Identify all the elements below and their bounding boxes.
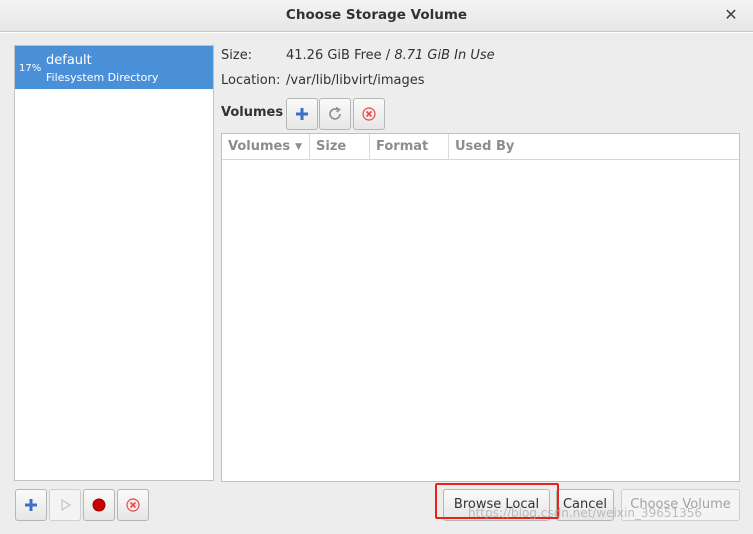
cancel-button[interactable]: Cancel [556, 489, 614, 521]
column-label: Used By [455, 139, 515, 154]
column-header-size[interactable]: Size [310, 134, 370, 160]
pool-name: default [46, 53, 92, 68]
size-label: Size: [221, 48, 253, 63]
add-pool-button[interactable] [15, 489, 47, 521]
plus-icon [296, 108, 308, 120]
choose-volume-button[interactable]: Choose Volume [621, 489, 740, 521]
plus-icon [25, 499, 37, 511]
play-icon [61, 499, 71, 511]
window-title: Choose Storage Volume [285, 7, 468, 23]
storage-pool-list: 17% default Filesystem Directory [14, 45, 214, 481]
delete-volume-button[interactable] [353, 98, 385, 130]
column-header-used-by[interactable]: Used By [449, 134, 739, 160]
dialog-content: 17% default Filesystem Directory Size: 4… [0, 33, 753, 534]
size-free: 41.26 GiB Free [286, 48, 382, 63]
volumes-table-header: Volumes ▼ Size Format Used By [222, 134, 739, 160]
size-value: 41.26 GiB Free / 8.71 GiB In Use [286, 48, 495, 63]
location-value: /var/lib/libvirt/images [286, 73, 425, 88]
refresh-volumes-button[interactable] [319, 98, 351, 130]
stop-pool-button[interactable] [83, 489, 115, 521]
column-label: Format [376, 139, 429, 154]
delete-icon [362, 107, 376, 121]
size-in-use: 8.71 GiB In Use [394, 48, 495, 63]
start-pool-button[interactable] [49, 489, 81, 521]
window-titlebar: Choose Storage Volume ✕ [0, 0, 753, 32]
column-header-volumes[interactable]: Volumes ▼ [222, 134, 310, 160]
column-header-format[interactable]: Format [370, 134, 449, 160]
add-volume-button[interactable] [286, 98, 318, 130]
close-icon[interactable]: ✕ [723, 6, 739, 24]
column-label: Size [316, 139, 347, 154]
pool-type: Filesystem Directory [46, 71, 159, 84]
sort-down-icon: ▼ [295, 142, 303, 152]
browse-local-button[interactable]: Browse Local [443, 489, 550, 521]
location-label: Location: [221, 73, 281, 88]
delete-icon [126, 498, 140, 512]
pool-usage-percent: 17% [19, 63, 42, 74]
refresh-icon [329, 106, 341, 120]
pool-item-default[interactable]: 17% default Filesystem Directory [15, 46, 213, 89]
column-label: Volumes [228, 139, 291, 154]
delete-pool-button[interactable] [117, 489, 149, 521]
size-separator: / [381, 48, 395, 63]
volumes-table: Volumes ▼ Size Format Used By [221, 133, 740, 482]
volumes-label: Volumes [221, 105, 284, 120]
stop-icon [92, 498, 106, 512]
